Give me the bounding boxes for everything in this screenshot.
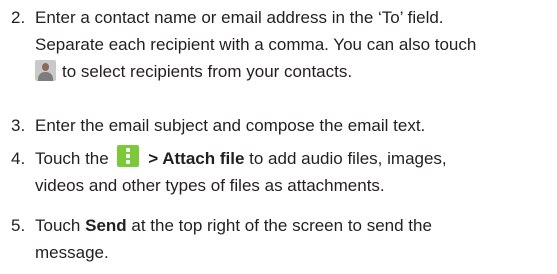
- instructions-page: 2. Enter a contact name or email address…: [0, 0, 557, 274]
- step-3-line-1: Enter the email subject and compose the …: [35, 116, 426, 135]
- step-number: 3.: [11, 116, 26, 135]
- step-text: Enter a contact name or email address in…: [35, 4, 555, 85]
- step-4-pre: Touch the: [35, 149, 109, 168]
- send-label: Send: [85, 216, 127, 235]
- step-text: Touch Send at the top right of the scree…: [35, 212, 555, 266]
- step-text: Enter the email subject and compose the …: [35, 112, 555, 139]
- step-5-post: at the top right of the screen to send t…: [131, 216, 432, 235]
- step-5-line-2: message.: [35, 243, 109, 262]
- step-number: 5.: [11, 216, 26, 235]
- step-text: Touch the > Attach file to add audio fil…: [35, 145, 555, 199]
- step-5-pre: Touch: [35, 216, 81, 235]
- step-4-line-2: videos and other types of files as attac…: [35, 176, 385, 195]
- contact-icon: [35, 60, 56, 81]
- step-number: 2.: [11, 8, 26, 27]
- step-number: 4.: [11, 149, 26, 168]
- step-2-line-2: Separate each recipient with a comma. Yo…: [35, 35, 477, 54]
- step-2-line-3-text: to select recipients from your contacts.: [62, 62, 353, 81]
- step-4-line-1: Touch the > Attach file to add audio fil…: [35, 145, 555, 172]
- step-4-post: to add audio files, images,: [249, 149, 447, 168]
- step-5-line-1: Touch Send at the top right of the scree…: [35, 212, 555, 239]
- step-2-line-1: Enter a contact name or email address in…: [35, 8, 444, 27]
- more-options-menu-icon: [117, 145, 140, 167]
- attach-file-label: > Attach file: [148, 149, 245, 168]
- step-2-line-3: to select recipients from your contacts.: [35, 58, 555, 85]
